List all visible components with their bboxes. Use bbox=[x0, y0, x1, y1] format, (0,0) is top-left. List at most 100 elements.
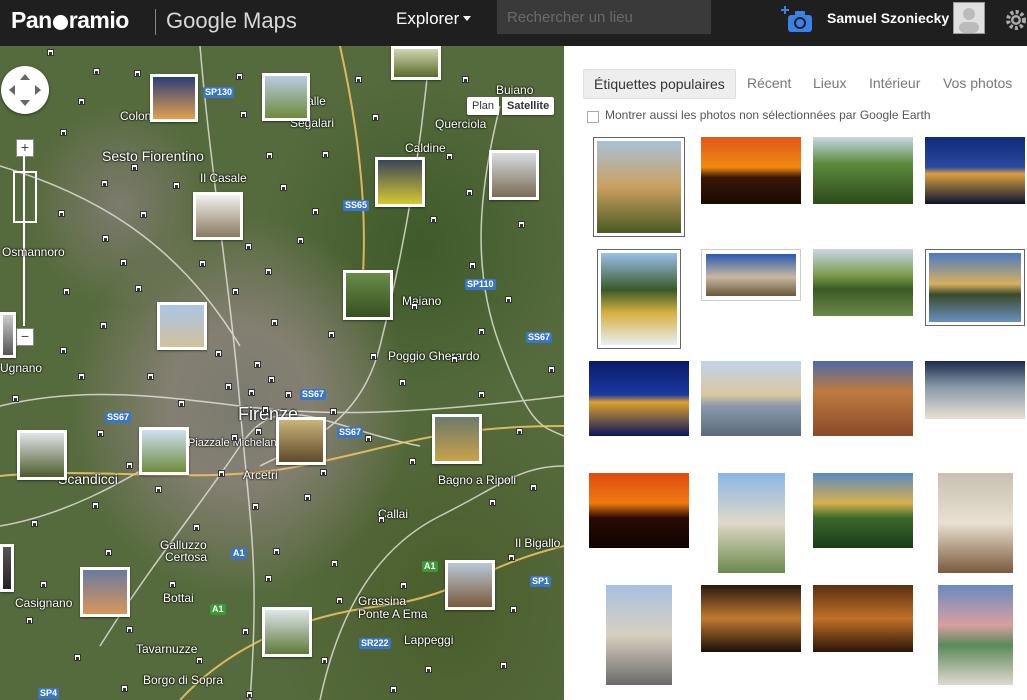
photo-marker[interactable] bbox=[400, 582, 407, 589]
photo-thumbnail[interactable] bbox=[813, 249, 913, 316]
photo-thumbnail[interactable] bbox=[813, 361, 913, 436]
photo-marker[interactable] bbox=[399, 379, 406, 386]
show-unselected-label[interactable]: Montrer aussi les photos non sélectionné… bbox=[605, 108, 931, 122]
photo-marker[interactable] bbox=[268, 376, 275, 383]
photo-marker[interactable] bbox=[297, 237, 304, 244]
photo-marker[interactable] bbox=[126, 626, 133, 633]
photo-marker[interactable] bbox=[355, 76, 362, 83]
photo-marker[interactable] bbox=[312, 208, 319, 215]
photo-marker[interactable] bbox=[246, 691, 253, 698]
photo-thumbnail[interactable] bbox=[925, 361, 1025, 419]
photo-thumbnail[interactable] bbox=[813, 473, 913, 548]
photo-marker[interactable] bbox=[31, 520, 38, 527]
tab-popular-tags[interactable]: Étiquettes populaires bbox=[583, 69, 736, 99]
photo-thumbnail[interactable] bbox=[701, 585, 801, 652]
photo-marker[interactable] bbox=[331, 560, 338, 567]
photo-marker[interactable] bbox=[218, 470, 225, 477]
photo-marker[interactable] bbox=[328, 331, 335, 338]
photo-marker[interactable] bbox=[93, 68, 100, 75]
avatar[interactable] bbox=[953, 2, 985, 34]
photo-marker[interactable] bbox=[280, 184, 287, 191]
photo-marker[interactable] bbox=[262, 406, 269, 413]
photo-marker[interactable] bbox=[78, 98, 85, 105]
photo-marker[interactable] bbox=[102, 235, 109, 242]
photo-marker[interactable] bbox=[330, 408, 337, 415]
photo-marker[interactable] bbox=[193, 524, 200, 531]
photo-marker[interactable] bbox=[63, 288, 70, 295]
map-photo-thumbnail[interactable] bbox=[0, 544, 14, 592]
panoramio-logo[interactable]: Pan ramio bbox=[11, 7, 129, 34]
tab-indoor[interactable]: Intérieur bbox=[859, 69, 930, 97]
map-photo-thumbnail[interactable] bbox=[489, 150, 539, 200]
photo-marker[interactable] bbox=[252, 503, 259, 510]
photo-marker[interactable] bbox=[530, 484, 537, 491]
photo-marker[interactable] bbox=[105, 549, 112, 556]
photo-marker[interactable] bbox=[47, 49, 54, 56]
tab-your-photos[interactable]: Vos photos bbox=[933, 69, 1022, 97]
photo-marker[interactable] bbox=[336, 597, 343, 604]
photo-marker[interactable] bbox=[60, 129, 67, 136]
photo-marker[interactable] bbox=[173, 182, 180, 189]
zoom-in-button[interactable]: + bbox=[16, 139, 34, 157]
photo-marker[interactable] bbox=[248, 389, 255, 396]
photo-marker[interactable] bbox=[370, 353, 377, 360]
username-link[interactable]: Samuel Szoniecky bbox=[827, 10, 949, 26]
zoom-slider-handle[interactable] bbox=[13, 171, 37, 223]
photo-marker[interactable] bbox=[390, 686, 397, 693]
photo-marker[interactable] bbox=[321, 657, 328, 664]
photo-marker[interactable] bbox=[372, 114, 379, 121]
map-view[interactable]: Plan Satellite + − Sesto Fiorentino Il C… bbox=[0, 46, 564, 700]
photo-marker[interactable] bbox=[131, 164, 138, 171]
map-type-satellite-button[interactable]: Satellite bbox=[502, 97, 555, 115]
photo-marker[interactable] bbox=[100, 322, 107, 329]
photo-marker[interactable] bbox=[236, 73, 243, 80]
photo-marker[interactable] bbox=[240, 111, 247, 118]
photo-marker[interactable] bbox=[411, 303, 418, 310]
photo-marker[interactable] bbox=[58, 210, 65, 217]
photo-thumbnail[interactable] bbox=[925, 137, 1025, 204]
photo-thumbnail[interactable] bbox=[597, 249, 681, 349]
photo-thumbnail[interactable] bbox=[938, 473, 1013, 573]
photo-thumbnail[interactable] bbox=[813, 137, 913, 204]
map-photo-thumbnail[interactable] bbox=[262, 73, 310, 121]
photo-marker[interactable] bbox=[140, 211, 147, 218]
photo-marker[interactable] bbox=[508, 554, 515, 561]
photo-marker[interactable] bbox=[155, 486, 162, 493]
search-input[interactable] bbox=[497, 0, 711, 34]
photo-marker[interactable] bbox=[266, 152, 273, 159]
tab-places[interactable]: Lieux bbox=[803, 69, 856, 97]
photo-thumbnail[interactable] bbox=[701, 249, 801, 301]
photo-marker[interactable] bbox=[430, 216, 437, 223]
photo-marker[interactable] bbox=[147, 373, 154, 380]
photo-marker[interactable] bbox=[92, 502, 99, 509]
add-photo-camera-icon[interactable] bbox=[779, 6, 813, 34]
map-photo-thumbnail[interactable] bbox=[343, 270, 393, 320]
map-photo-thumbnail[interactable] bbox=[80, 567, 130, 617]
photo-marker[interactable] bbox=[516, 428, 523, 435]
photo-marker[interactable] bbox=[78, 373, 85, 380]
map-photo-thumbnail[interactable] bbox=[262, 607, 312, 657]
photo-marker[interactable] bbox=[273, 548, 280, 555]
photo-marker[interactable] bbox=[518, 221, 525, 228]
photo-marker[interactable] bbox=[271, 319, 278, 326]
photo-marker[interactable] bbox=[500, 662, 507, 669]
gear-icon[interactable] bbox=[1004, 8, 1027, 32]
photo-thumbnail[interactable] bbox=[813, 585, 913, 652]
photo-marker[interactable] bbox=[510, 606, 517, 613]
photo-marker[interactable] bbox=[231, 434, 238, 441]
photo-marker[interactable] bbox=[121, 685, 128, 692]
photo-marker[interactable] bbox=[135, 285, 142, 292]
photo-marker[interactable] bbox=[489, 499, 496, 506]
photo-marker[interactable] bbox=[255, 428, 262, 435]
photo-marker[interactable] bbox=[120, 259, 127, 266]
photo-marker[interactable] bbox=[97, 430, 104, 437]
photo-marker[interactable] bbox=[365, 435, 372, 442]
photo-marker[interactable] bbox=[446, 153, 453, 160]
photo-thumbnail[interactable] bbox=[938, 585, 1013, 685]
photo-marker[interactable] bbox=[320, 469, 327, 476]
map-photo-thumbnail[interactable] bbox=[0, 312, 16, 358]
photo-marker[interactable] bbox=[469, 262, 476, 269]
photo-thumbnail[interactable] bbox=[589, 361, 689, 436]
map-photo-thumbnail[interactable] bbox=[193, 192, 243, 240]
photo-thumbnail[interactable] bbox=[718, 473, 785, 573]
